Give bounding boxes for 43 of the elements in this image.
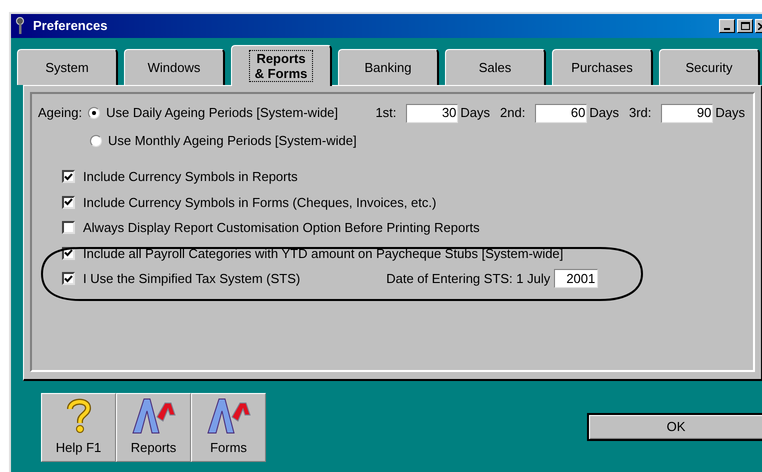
checkbox[interactable] — [62, 221, 75, 234]
days-field[interactable]: 30 — [406, 104, 458, 122]
period-label: 2nd: — [500, 104, 526, 122]
toolbar-button[interactable]: Forms — [191, 393, 266, 462]
question-mark-icon — [66, 398, 90, 434]
checkbox[interactable] — [62, 196, 75, 209]
tab[interactable]: Windows — [124, 49, 225, 85]
tab[interactable]: Banking — [338, 49, 439, 85]
minimize-button[interactable] — [719, 19, 735, 33]
radio-button[interactable] — [88, 107, 100, 119]
checkbox-label: Include all Payroll Categories with YTD amount on Paycheque Stubs [System-wide] — [83, 244, 564, 263]
window-title: Preferences — [33, 17, 108, 36]
checkbox[interactable] — [62, 170, 75, 184]
year-field[interactable]: 2001 — [554, 269, 598, 288]
radio-label: Use Daily Ageing Periods [System-wide] — [106, 104, 338, 122]
days-field[interactable]: 60 — [535, 104, 588, 122]
period-label: 3rd: — [628, 104, 652, 122]
tab[interactable]: Security — [659, 49, 760, 85]
letter-a-icon — [130, 396, 176, 435]
period-label: 1st: — [375, 104, 396, 122]
checkbox-label: Include Currency Symbols in Forms (Cheques, Invoices, etc.) — [83, 194, 436, 212]
sts-date-label: Date of Entering STS: 1 July — [386, 270, 550, 288]
checkbox-label: Always Display Report Customisation Option Before Printing Reports — [83, 219, 480, 237]
radio-button[interactable] — [90, 135, 102, 147]
days-unit: Days — [589, 104, 619, 122]
days-field[interactable]: 90 — [661, 104, 714, 122]
checkbox-label: I Use the Simpified Tax System (STS) — [83, 270, 300, 288]
radio-label: Use Monthly Ageing Periods [System-wide] — [108, 132, 357, 150]
tab[interactable]: Sales — [445, 49, 546, 85]
tab[interactable]: Purchases — [552, 49, 653, 85]
toolbar-button[interactable]: Reports — [116, 393, 191, 462]
tab[interactable]: Reports & Forms — [231, 45, 332, 86]
tab[interactable]: System — [17, 49, 118, 85]
days-unit: Days — [460, 104, 490, 122]
maximize-button[interactable] — [737, 19, 753, 33]
toolbar-button[interactable]: Help F1 — [41, 393, 116, 462]
letter-a-icon — [206, 396, 252, 435]
ok-button[interactable]: OK — [587, 413, 762, 441]
checkbox[interactable] — [62, 272, 75, 286]
key-icon — [15, 17, 25, 35]
days-unit: Days — [715, 104, 745, 122]
ageing-label: Ageing: — [38, 104, 82, 122]
checkbox-label: Include Currency Symbols in Reports — [83, 168, 298, 186]
